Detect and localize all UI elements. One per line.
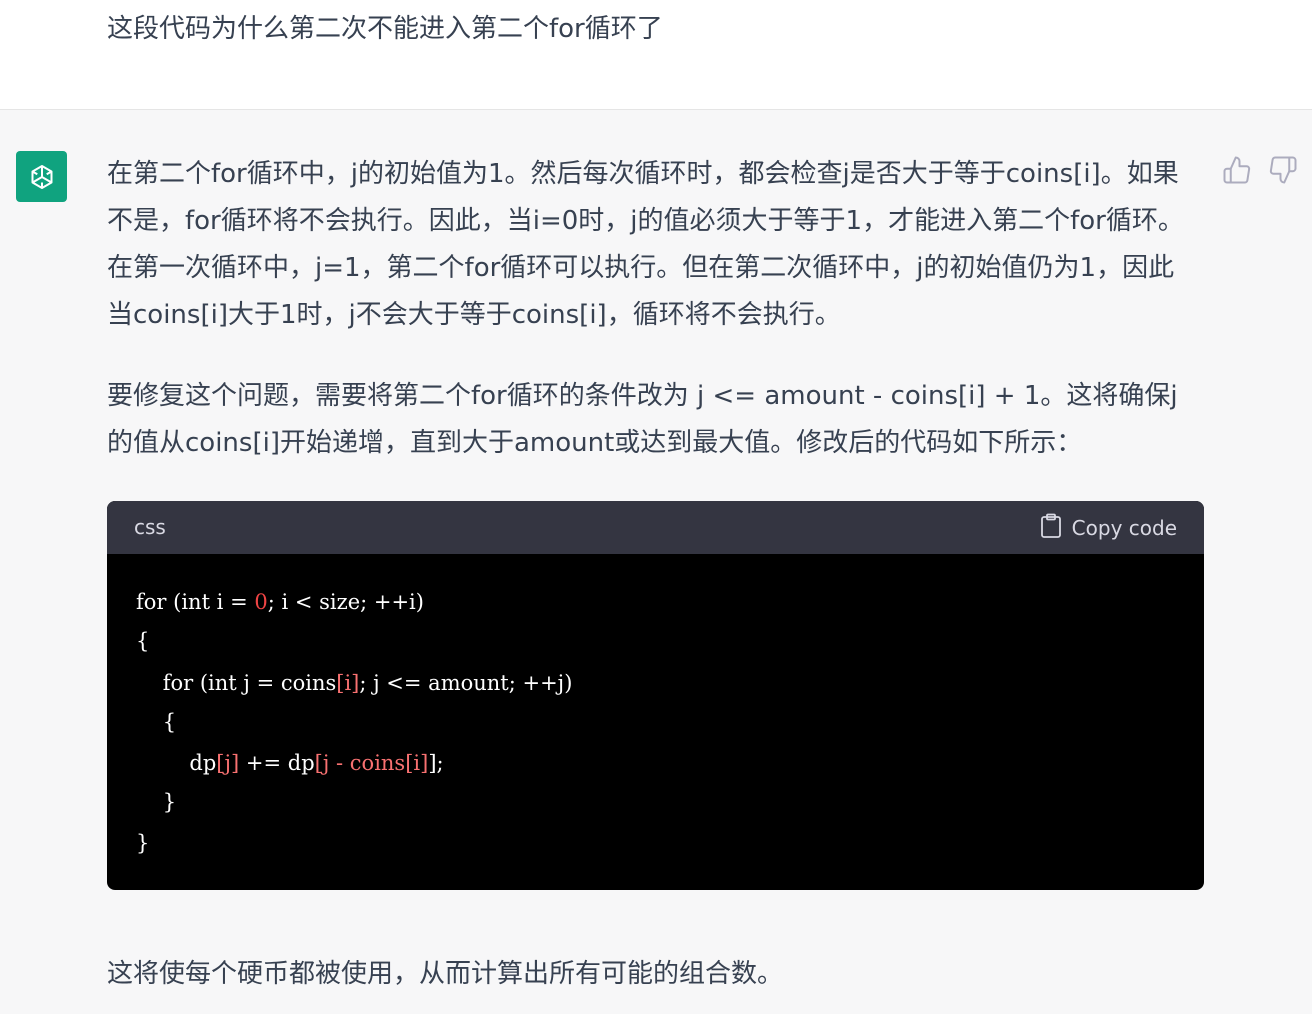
- thumbs-down-icon[interactable]: [1268, 155, 1298, 185]
- code-line: }: [136, 790, 177, 814]
- code-line: for (int i = 0; i < size; ++i): [136, 587, 424, 617]
- assistant-message: 在第二个for循环中，j的初始值为1。然后每次循环时，都会检查j是否大于等于co…: [0, 110, 1312, 1014]
- copy-code-label: Copy code: [1071, 516, 1177, 540]
- code-line: }: [136, 831, 150, 855]
- code-line: {: [136, 710, 177, 734]
- thumbs-up-icon[interactable]: [1222, 155, 1252, 185]
- clipboard-icon: [1040, 513, 1062, 544]
- code-body: for (int i = 0; i < size; ++i) { for (in…: [107, 554, 1204, 890]
- code-bracket-token: [j]: [216, 751, 240, 775]
- code-block-header: css Copy code: [107, 501, 1204, 554]
- code-token: dp: [136, 751, 217, 775]
- code-token: for (int i =: [136, 590, 255, 614]
- code-bracket-token: [j - coins[i]: [314, 751, 429, 775]
- code-language-label: css: [134, 515, 166, 539]
- code-token: ; i < size; ++i): [267, 590, 424, 614]
- openai-logo-icon: [16, 151, 67, 202]
- code-number-token: 0: [254, 590, 268, 614]
- code-line: for (int j = coins[i]; j <= amount; ++j): [136, 668, 573, 698]
- code-token: for (int j = coins: [136, 671, 337, 695]
- code-line: dp[j] += dp[j - coins[i]];: [136, 748, 444, 778]
- assistant-paragraph-1: 在第二个for循环中，j的初始值为1。然后每次循环时，都会检查j是否大于等于co…: [107, 159, 1184, 330]
- code-token: ; j <= amount; ++j): [359, 671, 573, 695]
- code-line: {: [136, 629, 150, 653]
- code-block: css Copy code for (int i = 0; i < size; …: [107, 501, 1204, 890]
- copy-code-button[interactable]: Copy code: [1040, 513, 1177, 543]
- user-message: 这段代码为什么第二次不能进入第二个for循环了: [0, 0, 1312, 110]
- user-message-text: 这段代码为什么第二次不能进入第二个for循环了: [107, 14, 663, 44]
- code-token: += dp: [239, 751, 315, 775]
- assistant-paragraph-2: 要修复这个问题，需要将第二个for循环的条件改为 j <= amount - c…: [107, 381, 1178, 458]
- code-bracket-token: [i]: [336, 671, 360, 695]
- assistant-paragraph-3: 这将使每个硬币都被使用，从而计算出所有可能的组合数。: [107, 959, 784, 989]
- code-token: ];: [428, 751, 444, 775]
